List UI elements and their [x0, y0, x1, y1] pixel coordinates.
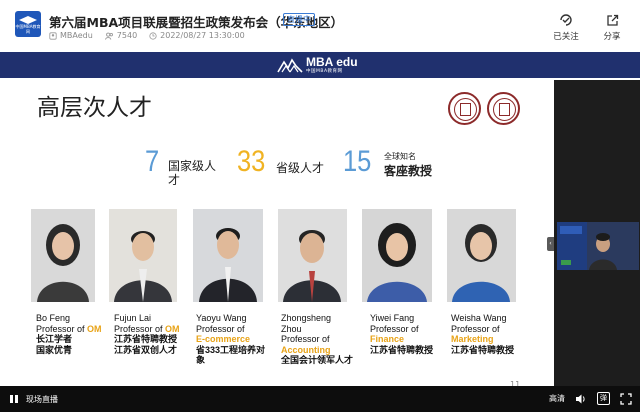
danmaku-toggle[interactable]: 弹	[597, 392, 610, 405]
stream-header: 中国MBA教育网 第六届MBA项目联展暨招生政策发布会（华东地区） 直播中 MB…	[0, 0, 640, 50]
professor-name: Fujun Lai	[114, 313, 152, 323]
live-status-badge: 直播中	[283, 13, 315, 26]
professor-caption-3: Yaoyu Wang Professor of E-commerce 省333工…	[196, 313, 265, 366]
stream-datetime: 2022/08/27 13:30:00	[160, 31, 245, 40]
view-count: 7540	[116, 31, 138, 40]
professor-photo-2	[109, 209, 177, 302]
banner-brand: MBA edu	[306, 55, 358, 69]
professor-name: Weisha Wang	[451, 313, 507, 323]
university-seal-right	[487, 92, 520, 125]
professor-photo-3	[193, 209, 263, 302]
speaker-video	[557, 222, 639, 270]
university-seal-left	[448, 92, 481, 125]
channel-logo-text: 中国MBA教育网	[15, 24, 41, 34]
stat-visiting-number: 15	[343, 145, 372, 178]
slide-banner: MBA edu 中国MBA教育网	[0, 52, 640, 78]
professor-title: Professor of	[36, 323, 88, 334]
professor-honor: 江苏省特聘教授	[370, 344, 434, 355]
share-icon	[606, 14, 618, 26]
professor-photo-1	[31, 209, 95, 302]
professor-field: OM	[165, 323, 180, 334]
professor-caption-5: Yiwei Fang Professor of Finance 江苏省特聘教授	[370, 313, 433, 355]
stat-visiting-small-label: 全球知名	[384, 152, 416, 161]
professor-honor: 省333工程培养对	[196, 344, 266, 355]
banner-tagline: 中国MBA教育网	[306, 69, 343, 74]
professor-honor: 长江学者	[36, 334, 73, 344]
share-button[interactable]: 分享	[594, 14, 630, 42]
stat-visiting-bold-label: 客座教授	[384, 164, 433, 178]
quality-selector[interactable]: 高清	[549, 393, 565, 404]
slide-title: 高层次人才	[37, 95, 152, 121]
channel-logo[interactable]: 中国MBA教育网	[15, 11, 41, 37]
professor-honor: 国家优青	[36, 344, 73, 355]
professor-photo-6	[447, 209, 516, 302]
professor-name: Yaoyu Wang	[196, 313, 247, 323]
professor-name: Zhongsheng	[281, 313, 332, 323]
professor-field: OM	[87, 323, 102, 334]
professor-honor: 江苏省特聘教授	[114, 334, 178, 344]
professor-name: Yiwei Fang	[370, 313, 415, 323]
player-settings: 高清 弹	[539, 392, 632, 405]
professor-caption-4: Zhongsheng Zhou Professor of Accounting …	[281, 313, 353, 366]
user-icon	[49, 31, 57, 40]
views-meta: 7540	[104, 31, 138, 40]
professor-field: Marketing	[451, 334, 494, 344]
professor-honor: 江苏省双创人才	[114, 344, 178, 355]
professor-photo-5	[362, 209, 432, 302]
stat-national-label-line2: 才	[168, 173, 181, 187]
stat-national-label-line1: 国家级人	[168, 159, 217, 173]
author-name: MBAedu	[60, 31, 93, 40]
professor-title: Professor of	[370, 323, 419, 334]
mountain-logo-icon	[277, 58, 303, 73]
professor-field: E-commerce	[196, 334, 251, 344]
stream-meta: MBAedu 7540 2022/08/27 13:30:00	[49, 31, 257, 40]
author-meta[interactable]: MBAedu	[49, 31, 93, 40]
collapse-side-panel-button[interactable]: ‹	[547, 237, 554, 251]
professor-title: Professor of	[114, 323, 166, 334]
stat-provincial-label: 省级人才	[276, 161, 325, 175]
professor-caption-6: Weisha Wang Professor of Marketing 江苏省特聘…	[451, 313, 514, 355]
professor-title: Professor of	[281, 334, 330, 344]
fullscreen-icon[interactable]	[620, 392, 632, 405]
professor-field: Accounting	[281, 344, 331, 355]
professor-field: Finance	[370, 334, 405, 344]
stat-national-number: 7	[145, 145, 160, 178]
datetime-meta: 2022/08/27 13:30:00	[149, 31, 245, 40]
professor-photo-4	[278, 209, 347, 302]
pause-icon[interactable]	[8, 393, 20, 405]
share-label: 分享	[603, 32, 621, 42]
follow-label: 已关注	[553, 32, 579, 42]
presentation-slide: MBA edu 中国MBA教育网 高层次人才 7 国家级人 才 33 省级人才 …	[0, 52, 640, 386]
professor-name: Bo Feng	[36, 313, 71, 323]
player-control-bar: 现场直播 高清 弹	[0, 386, 640, 412]
professor-title: Professor of	[451, 323, 500, 334]
viewers-icon	[104, 32, 113, 40]
live-label: 现场直播	[26, 394, 58, 404]
stat-provincial-number: 33	[237, 145, 266, 178]
follow-icon	[560, 14, 572, 26]
professor-honor: 全国会计领军人才	[281, 355, 354, 365]
professor-caption-2: Fujun Lai Professor of OM 江苏省特聘教授 江苏省双创人…	[114, 313, 180, 355]
professor-name-cont: Zhou	[281, 323, 302, 334]
volume-icon[interactable]	[575, 393, 587, 405]
follow-button[interactable]: 已关注	[548, 14, 584, 42]
stat-national-label: 国家级人 才	[168, 159, 216, 187]
mortarboard-icon	[19, 16, 37, 24]
professor-honor: 江苏省特聘教授	[451, 344, 515, 355]
clock-icon	[149, 31, 157, 40]
speaker-camera-feed[interactable]	[557, 222, 639, 270]
playback-controls: 现场直播	[8, 393, 58, 405]
professor-title: Professor of	[196, 323, 245, 334]
professor-honor: 象	[196, 355, 206, 365]
professor-caption-1: Bo Feng Professor of OM 长江学者 国家优青	[36, 313, 102, 355]
